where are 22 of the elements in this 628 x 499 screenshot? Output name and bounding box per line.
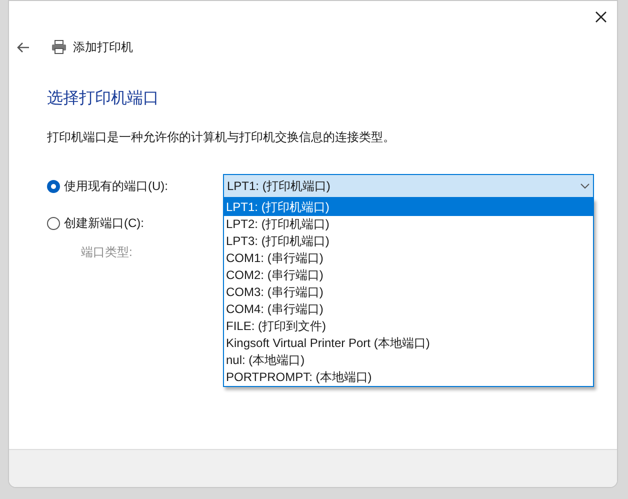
dropdown-item[interactable]: LPT2: (打印机端口): [224, 216, 593, 233]
dropdown-item[interactable]: COM4: (串行端口): [224, 301, 593, 318]
printer-icon: [51, 39, 67, 55]
description-text: 打印机端口是一种允许你的计算机与打印机交换信息的连接类型。: [47, 129, 395, 146]
dropdown-item[interactable]: nul: (本地端口): [224, 352, 593, 369]
dropdown-item[interactable]: PORTPROMPT: (本地端口): [224, 369, 593, 386]
radio-option[interactable]: 创建新端口(C):: [47, 214, 223, 232]
dropdown-item[interactable]: LPT1: (打印机端口): [224, 199, 593, 216]
window-title: 添加打印机: [73, 39, 133, 56]
page-heading: 选择打印机端口: [47, 88, 159, 109]
port-dropdown[interactable]: LPT1: (打印机端口): [223, 174, 594, 198]
dropdown-item[interactable]: COM3: (串行端口): [224, 284, 593, 301]
radio-option[interactable]: 使用现有的端口(U):: [47, 177, 223, 195]
dropdown-item[interactable]: COM2: (串行端口): [224, 267, 593, 284]
port-type-label: 端口类型:: [81, 244, 132, 261]
close-icon: [595, 11, 607, 23]
dropdown-item[interactable]: FILE: (打印到文件): [224, 318, 593, 335]
chevron-down-icon: [580, 183, 590, 189]
dropdown-item[interactable]: Kingsoft Virtual Printer Port (本地端口): [224, 335, 593, 352]
dropdown-item[interactable]: LPT3: (打印机端口): [224, 233, 593, 250]
back-arrow-icon: [16, 42, 30, 52]
dropdown-item[interactable]: COM1: (串行端口): [224, 250, 593, 267]
